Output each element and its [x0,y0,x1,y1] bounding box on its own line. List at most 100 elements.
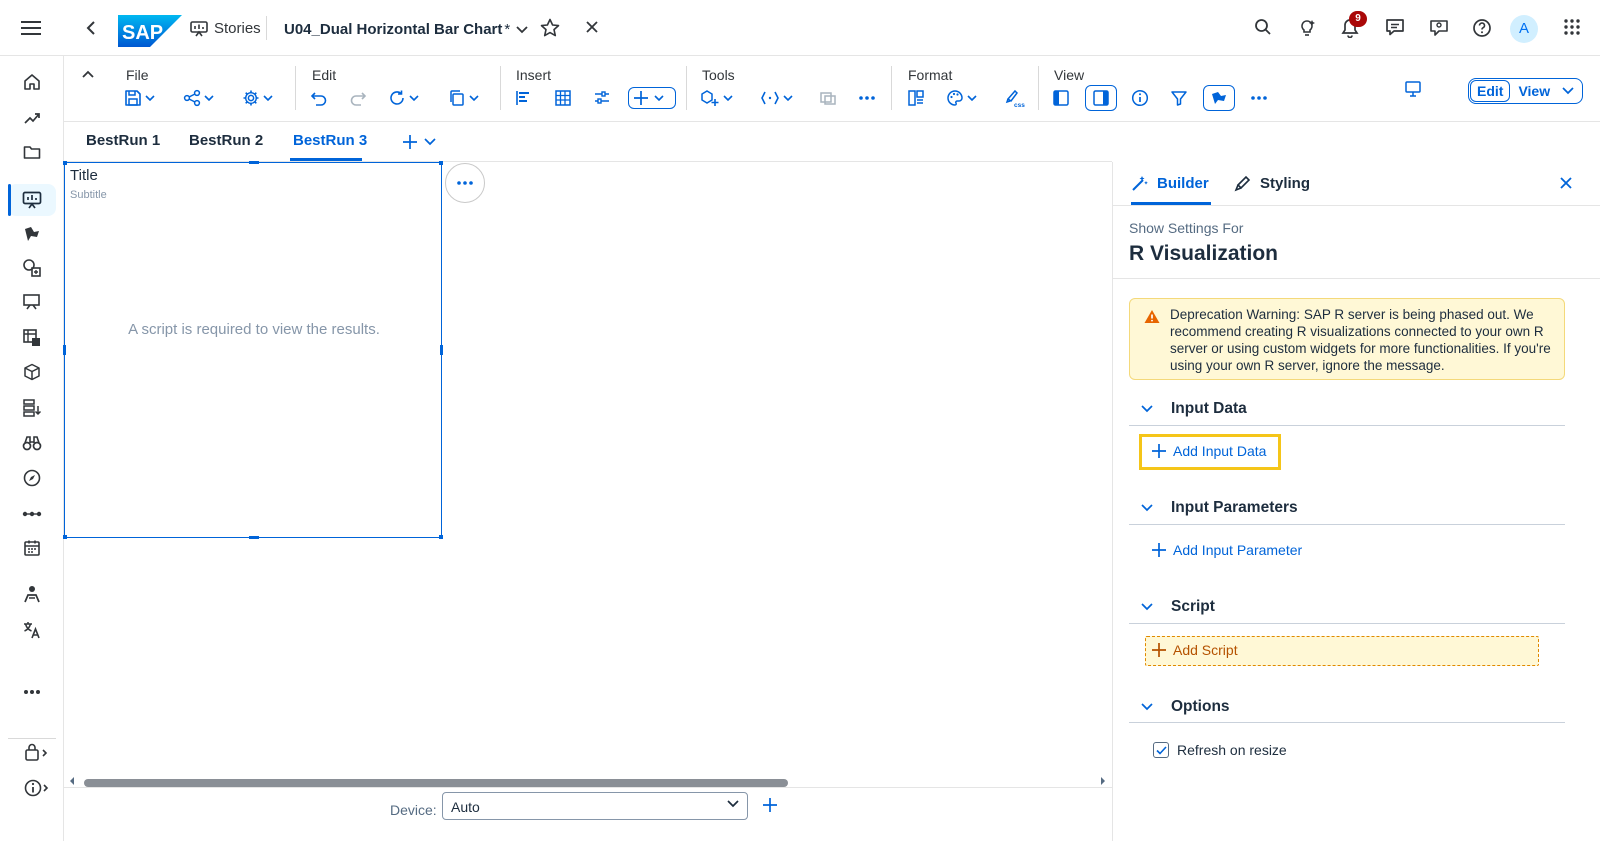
refresh-button[interactable] [388,86,419,110]
collaboration-icon[interactable] [1429,18,1449,38]
add-page-button[interactable] [402,134,436,150]
binoculars-icon[interactable] [22,433,42,453]
tab-bestrun-3[interactable]: BestRun 3 [293,132,367,149]
overlay-button[interactable] [819,86,837,110]
css-button[interactable]: css [1005,86,1025,110]
insert-chart-button[interactable] [515,86,533,110]
device-select[interactable]: Auto [442,792,748,820]
layout-button[interactable] [907,86,925,110]
product-switch-grid-icon[interactable] [1563,18,1581,36]
widget-subtitle[interactable]: Subtitle [70,189,107,201]
section-script[interactable]: Script [1141,598,1215,616]
r-visualization-widget[interactable]: Title Subtitle A script is required to v… [63,161,443,539]
model-cube-icon[interactable] [22,362,42,382]
stories-breadcrumb[interactable]: Stories [190,20,261,37]
ideas-bulb-icon[interactable] [1297,18,1317,38]
widget-more-actions-button[interactable] [445,163,485,203]
insert-table-button[interactable] [554,86,572,110]
copy-button[interactable] [448,86,479,110]
resize-handle-top-right[interactable] [439,161,443,165]
tab-bestrun-2[interactable]: BestRun 2 [189,132,263,149]
section-input-data[interactable]: Input Data [1141,400,1247,418]
translation-icon[interactable] [22,620,42,640]
close-panel-icon[interactable] [1559,176,1573,190]
left-panel-toggle[interactable] [1052,86,1070,110]
section-options[interactable]: Options [1141,698,1230,716]
resize-handle-bottom-left[interactable] [63,535,67,539]
device-preview-icon[interactable] [1404,80,1422,98]
edit-view-switch[interactable]: Edit View [1468,78,1584,104]
story-title[interactable]: U04_Dual Horizontal Bar Chart * [284,21,528,38]
more-tools-button[interactable] [858,86,876,110]
comments-icon[interactable] [1385,18,1405,36]
insert-input-control-button[interactable] [593,86,611,110]
chevron-down-icon[interactable] [1558,87,1582,95]
connections-icon[interactable] [22,504,42,524]
calendar-icon[interactable] [22,538,42,558]
data-import-icon[interactable] [22,398,42,418]
menu-icon[interactable] [20,18,44,38]
security-lock-icon[interactable] [24,742,50,762]
styling-tab-label: Styling [1260,174,1311,192]
add-input-parameter-button[interactable]: Add Input Parameter [1151,542,1302,558]
resize-handle-bottom-right[interactable] [439,535,443,539]
story-canvas[interactable]: Title Subtitle A script is required to v… [63,161,1112,772]
refresh-on-resize-checkbox[interactable] [1153,742,1169,758]
widget-title[interactable]: Title [70,167,98,184]
resize-handle-top-left[interactable] [63,161,67,165]
undo-button[interactable] [310,86,328,110]
tab-bestrun-1[interactable]: BestRun 1 [86,132,160,149]
share-button[interactable] [183,86,214,110]
add-input-data-button[interactable]: Add Input Data [1151,443,1266,459]
folder-icon[interactable] [22,142,42,162]
resize-handle-left[interactable] [63,345,66,355]
panel-divider [1113,278,1600,279]
scroll-left-icon[interactable] [68,776,76,786]
compass-icon[interactable] [22,468,42,488]
view-mode-button[interactable]: View [1510,79,1558,103]
trend-arrow-icon[interactable] [22,108,42,128]
collapse-toolbar-chevron-up-icon[interactable] [82,70,94,78]
info-button[interactable] [1131,86,1149,110]
system-info-icon[interactable] [24,778,50,798]
redo-button[interactable] [349,86,367,110]
tab-builder[interactable]: Builder [1131,174,1209,192]
user-admin-icon[interactable] [22,584,42,604]
more-view-button[interactable] [1250,86,1268,110]
favorite-star-icon[interactable] [540,18,560,38]
scroll-right-icon[interactable] [1099,776,1107,786]
presentation-icon[interactable] [22,292,42,312]
horizontal-scrollbar-thumb[interactable] [84,779,788,787]
settings-button[interactable] [242,86,273,110]
right-panel-toggle[interactable] [1085,85,1117,111]
help-icon[interactable] [1472,18,1492,38]
outline-toggle[interactable] [1203,85,1235,111]
resize-handle-bottom[interactable] [249,536,259,539]
avatar[interactable]: A [1510,15,1538,43]
add-widget-button[interactable] [628,87,676,109]
home-icon[interactable] [22,72,42,92]
builder-wand-icon [1131,174,1149,192]
datasets-icon[interactable] [22,328,42,348]
resize-handle-top[interactable] [249,161,259,164]
add-device-plus-icon[interactable] [762,797,778,813]
tab-styling[interactable]: Styling [1234,174,1310,192]
stories-nav-icon[interactable] [22,190,42,210]
filter-button[interactable] [1170,86,1188,110]
theme-button[interactable] [946,86,977,110]
sap-logo: SAP [118,15,182,47]
analytic-app-icon[interactable] [22,224,42,244]
data-analyzer-icon[interactable] [22,258,42,278]
more-nav-icon[interactable] [22,682,42,702]
formula-button[interactable] [760,86,793,110]
resize-handle-right[interactable] [440,345,443,355]
section-input-parameters[interactable]: Input Parameters [1141,499,1298,517]
save-button[interactable] [124,86,155,110]
search-icon[interactable] [1254,18,1272,36]
back-icon[interactable] [84,20,98,36]
plus-icon [631,89,651,107]
close-story-icon[interactable] [585,20,599,34]
add-tool-button[interactable] [700,86,733,110]
edit-mode-button[interactable]: Edit [1470,80,1511,102]
add-script-button[interactable]: Add Script [1151,642,1238,658]
